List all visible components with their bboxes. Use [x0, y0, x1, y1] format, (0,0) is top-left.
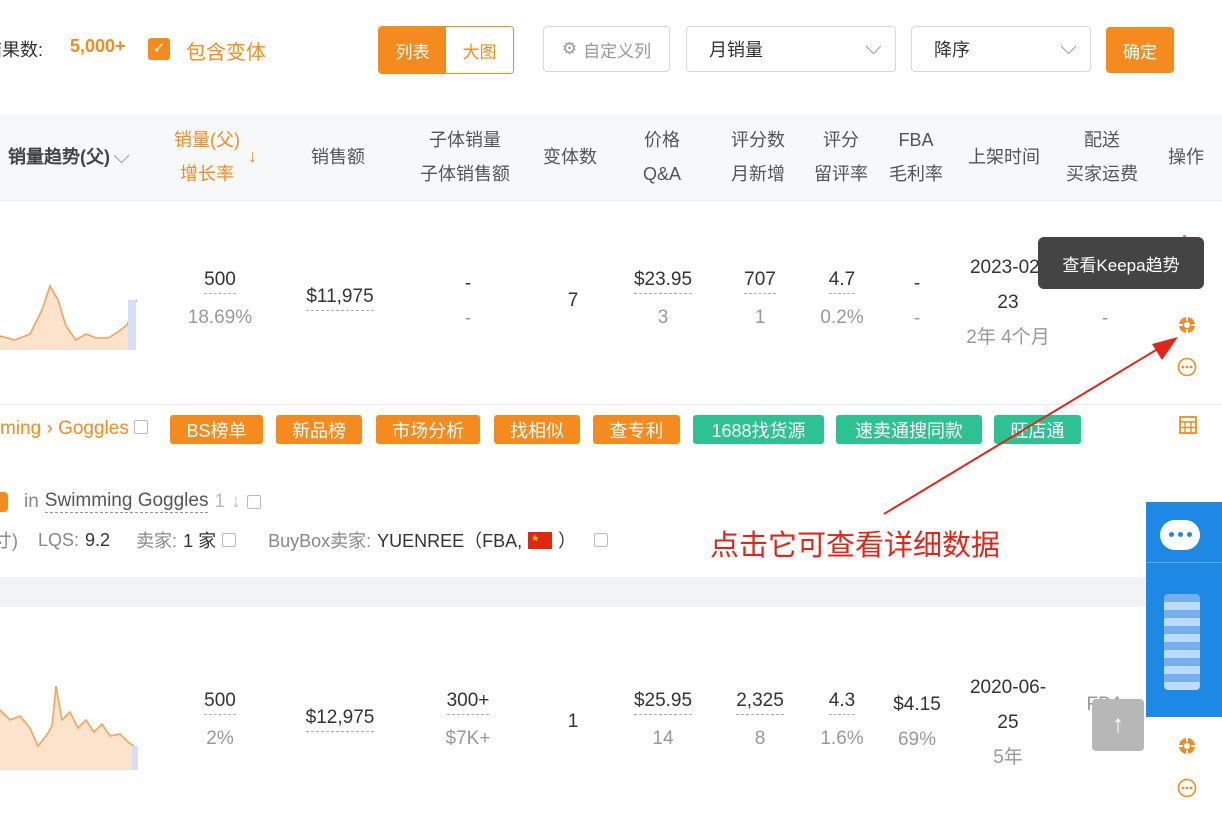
include-variants-label[interactable]: 包含变体 — [186, 36, 266, 65]
col-revenue[interactable]: 销售额 — [311, 114, 365, 200]
include-variants-checkbox[interactable]: ✓ — [148, 38, 170, 60]
col-price[interactable]: 价格 Q&A — [643, 114, 681, 200]
more-options-icon[interactable] — [1177, 778, 1197, 798]
row1-ratings: 707 1 — [735, 266, 785, 335]
list-view-button[interactable]: 列表 — [379, 27, 446, 73]
rank-badge — [0, 491, 8, 512]
gear-icon: ⚙ — [561, 39, 578, 58]
chat-bubble-icon[interactable] — [1160, 520, 1200, 550]
category-breadcrumb[interactable]: ming › Goggles — [0, 418, 149, 440]
row1-variants: 7 — [567, 290, 579, 311]
col-sales[interactable]: 销量(父) 增长率 — [174, 114, 240, 200]
row1-price: $23.95 3 — [624, 266, 702, 335]
sales-trend-sparkline[interactable] — [0, 260, 140, 352]
row2-listed: 2020-06- 25 5年 — [969, 677, 1047, 768]
external-link-icon[interactable] — [134, 420, 149, 434]
row-separator — [0, 577, 1222, 607]
external-link-icon[interactable] — [594, 533, 609, 547]
row1-child-sales: -- — [464, 273, 472, 329]
row2-fba: $4.15 69% — [893, 694, 941, 750]
custom-columns-label: 自定义列 — [583, 41, 652, 61]
results-count: 5,000+ — [70, 36, 126, 56]
col-variants[interactable]: 变体数 — [543, 114, 597, 200]
tag-patent-search[interactable]: 查专利 — [593, 415, 680, 444]
chat-widget[interactable] — [1146, 502, 1222, 717]
col-actions: 操作 — [1168, 147, 1204, 167]
view-toggle: 列表 大图 — [378, 26, 514, 74]
sort-order-select[interactable]: 降序 — [911, 26, 1091, 72]
chevron-down-icon — [113, 147, 130, 163]
row2-price: $25.95 14 — [624, 687, 702, 756]
listing-meta-line: 寸) LQS: 9.2 卖家: 1 家 BuyBox卖家: YUENREE（FBA,… — [0, 527, 609, 553]
chevron-down-icon — [865, 38, 882, 54]
grid-view-button[interactable]: 大图 — [446, 27, 513, 73]
tag-find-similar[interactable]: 找相似 — [494, 415, 580, 444]
row2-revenue: $12,975 — [298, 704, 382, 738]
tag-market-analysis[interactable]: 市场分析 — [376, 415, 480, 444]
keepa-tooltip: 查看Keepa趋势 — [1038, 237, 1204, 289]
col-ratings[interactable]: 评分数 月新增 — [731, 114, 785, 200]
sales-trend-sparkline[interactable] — [0, 676, 140, 772]
row1-score: 4.7 0.2% — [814, 266, 870, 335]
china-flag-icon: ★ — [528, 531, 553, 549]
annotation-text: 点击它可查看详细数据 — [710, 528, 1001, 562]
external-link-icon[interactable] — [246, 494, 261, 509]
sort-field-select[interactable]: 月销量 — [686, 26, 896, 72]
chevron-down-icon — [1060, 38, 1077, 54]
table-header: 销量趋势(父) 销量(父) 增长率 销售额 子体销量 子体销售额 变体数 价格 Q&A… — [0, 114, 1222, 201]
row1-fba: -- — [913, 273, 921, 329]
results-label: 结果数: — [0, 40, 44, 60]
col-fba[interactable]: FBA 毛利率 — [889, 114, 943, 200]
sort-desc-arrow-icon: ↓ — [248, 146, 257, 166]
row2-child-sales: 300+ $7K+ — [436, 687, 500, 756]
row2-variants: 1 — [567, 711, 579, 732]
row2-score: 4.3 1.6% — [814, 687, 870, 756]
tag-new-release[interactable]: 新品榜 — [276, 415, 362, 444]
tag-1688-sourcing[interactable]: 1688找货源 — [693, 415, 824, 444]
col-score[interactable]: 评分 留评率 — [814, 114, 868, 200]
col-child-sales[interactable]: 子体销量 子体销售额 — [420, 114, 510, 200]
confirm-button[interactable]: 确定 — [1106, 27, 1174, 73]
sort-field-value: 月销量 — [709, 40, 763, 60]
sort-order-value: 降序 — [934, 40, 970, 60]
external-link-icon[interactable] — [222, 533, 237, 547]
row1-revenue: $11,975 — [298, 283, 382, 317]
tag-bs-ranking[interactable]: BS榜单 — [170, 415, 263, 444]
blurred-qr-code — [1164, 594, 1200, 690]
row2-sales: 500 2% — [185, 687, 255, 756]
custom-columns-button[interactable]: ⚙ 自定义列 — [543, 26, 670, 72]
row2-ratings: 2,325 8 — [728, 687, 792, 756]
keepa-trend-icon[interactable] — [1178, 737, 1196, 755]
category-link[interactable]: Swimming Goggles — [44, 490, 209, 513]
category-rank-line: in Swimming Goggles 1 ↓ — [0, 490, 261, 513]
annotation-arrow — [883, 337, 1178, 515]
col-shipping[interactable]: 配送 买家运费 — [1066, 114, 1138, 200]
col-sales-trend[interactable]: 销量趋势(父) — [8, 114, 130, 200]
row1-sales: 500 18.69% — [185, 266, 255, 335]
buybox-seller: YUENREE（FBA, — [377, 531, 523, 551]
back-to-top-button[interactable]: ↑ — [1092, 699, 1144, 751]
col-listed[interactable]: 上架时间 — [968, 114, 1040, 200]
